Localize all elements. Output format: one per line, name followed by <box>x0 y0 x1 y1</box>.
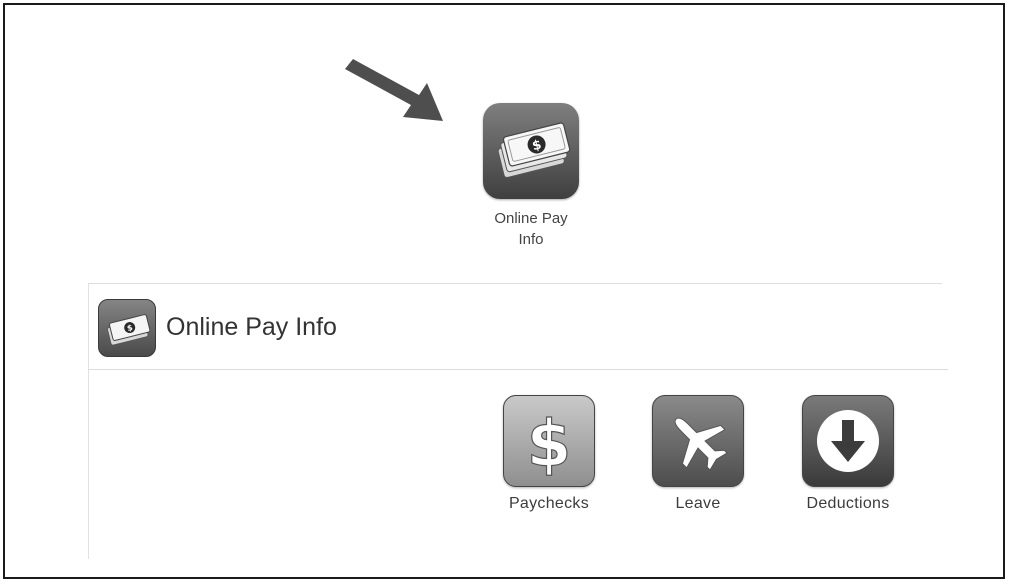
down-arrow-icon <box>817 410 879 472</box>
paychecks-button[interactable]: $ <box>503 395 595 487</box>
leave-label[interactable]: Leave <box>638 495 758 513</box>
online-pay-info-panel: $ Online Pay Info $ Paychecks Leave Dedu… <box>88 283 948 561</box>
pointer-arrow-icon <box>345 59 443 121</box>
page-title: Online Pay Info <box>166 313 337 341</box>
online-pay-info-app-icon[interactable]: $ <box>483 103 579 199</box>
money-icon: $ <box>497 122 571 179</box>
money-icon: $ <box>107 314 151 346</box>
header-divider <box>88 369 948 370</box>
svg-text:$: $ <box>527 408 572 482</box>
panel-left-border <box>88 283 89 559</box>
online-pay-info-app-label[interactable]: Online Pay Info <box>467 208 595 250</box>
dollar-icon: $ <box>526 407 572 482</box>
paychecks-label[interactable]: Paychecks <box>489 495 609 513</box>
leave-button[interactable] <box>652 395 744 487</box>
airplane-icon <box>674 417 728 471</box>
screenshot-frame: $ Online Pay Info $ Online Pay Info $ Pa… <box>3 3 1005 579</box>
deductions-label[interactable]: Deductions <box>788 495 908 513</box>
panel-top-border <box>88 283 942 284</box>
panel-header-icon: $ <box>98 299 156 357</box>
deductions-button[interactable] <box>802 395 894 487</box>
